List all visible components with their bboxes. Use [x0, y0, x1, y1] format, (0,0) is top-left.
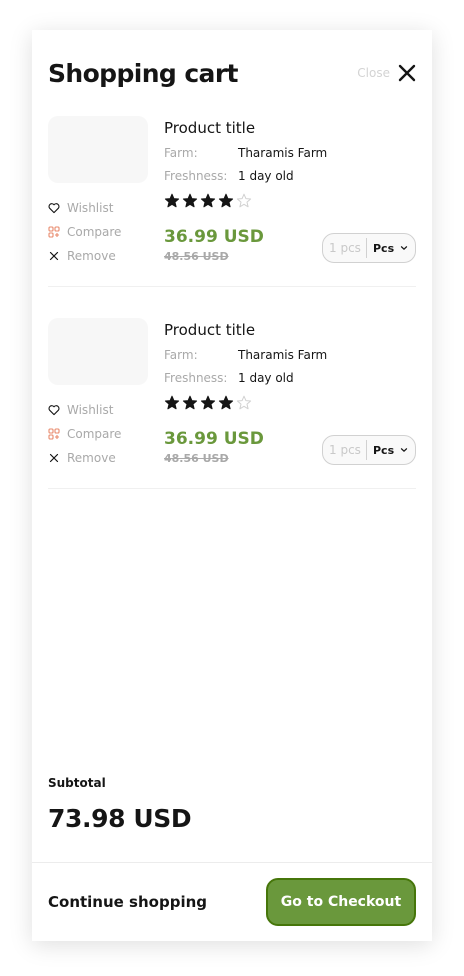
rating-stars	[164, 394, 416, 412]
cart-footer: Continue shopping Go to Checkout	[32, 862, 432, 942]
product-image[interactable]	[48, 318, 148, 385]
item-actions: Wishlist Compare Remove	[48, 196, 158, 268]
cart-panel: Shopping cart Close Wishlist Compare Rem…	[32, 30, 432, 941]
compare-icon	[48, 226, 60, 238]
old-price: 48.56 USD	[164, 452, 229, 465]
star-icon-filled	[200, 193, 216, 208]
price-block: 36.99 USD 48.56 USD	[164, 428, 264, 467]
remove-label: Remove	[67, 451, 116, 465]
remove-icon	[49, 251, 59, 261]
unit-select[interactable]: Pcs	[367, 242, 408, 255]
subtotal-value: 73.98 USD	[48, 804, 192, 833]
product-title[interactable]: Product title	[164, 118, 416, 138]
quantity-input[interactable]: 1 pcs	[323, 440, 367, 460]
remove-button[interactable]: Remove	[48, 244, 158, 268]
heart-icon	[48, 405, 60, 416]
unit-label: Pcs	[373, 443, 395, 457]
farm-row: Farm: Tharamis Farm	[164, 347, 416, 363]
compare-button[interactable]: Compare	[48, 422, 158, 446]
product-image[interactable]	[48, 116, 148, 183]
rating-stars	[164, 192, 416, 210]
compare-button[interactable]: Compare	[48, 220, 158, 244]
price-block: 36.99 USD 48.56 USD	[164, 226, 264, 265]
close-button[interactable]: Close	[357, 60, 416, 86]
product-info: Product title Farm: Tharamis Farm Freshn…	[164, 318, 416, 465]
continue-shopping-link[interactable]: Continue shopping	[48, 893, 207, 911]
wishlist-label: Wishlist	[67, 201, 114, 215]
remove-button[interactable]: Remove	[48, 446, 158, 470]
freshness-label: Freshness:	[164, 169, 228, 183]
freshness-value: 1 day old	[238, 371, 294, 385]
star-icon-filled	[164, 193, 180, 208]
star-icon-filled	[218, 395, 234, 410]
remove-label: Remove	[67, 249, 116, 263]
price: 36.99 USD	[164, 429, 264, 449]
old-price: 48.56 USD	[164, 250, 229, 263]
star-icon-filled	[218, 193, 234, 208]
farm-label: Farm:	[164, 348, 198, 362]
wishlist-button[interactable]: Wishlist	[48, 196, 158, 220]
item-actions: Wishlist Compare Remove	[48, 398, 158, 470]
checkout-button[interactable]: Go to Checkout	[266, 878, 416, 926]
wishlist-button[interactable]: Wishlist	[48, 398, 158, 422]
farm-label: Farm:	[164, 146, 198, 160]
cart-item: Wishlist Compare Remove Product title Fa…	[48, 116, 416, 287]
quantity-selector[interactable]: 1 pcs Pcs	[322, 435, 416, 465]
page-title: Shopping cart	[48, 59, 239, 88]
close-label: Close	[357, 66, 390, 80]
unit-label: Pcs	[373, 241, 395, 255]
compare-label: Compare	[67, 427, 122, 441]
freshness-row: Freshness: 1 day old	[164, 370, 416, 386]
compare-icon	[48, 428, 60, 440]
price: 36.99 USD	[164, 227, 264, 247]
cart-item: Wishlist Compare Remove Product title Fa…	[48, 318, 416, 489]
wishlist-label: Wishlist	[67, 403, 114, 417]
cart-header: Shopping cart Close	[48, 56, 416, 92]
star-icon-empty	[236, 395, 252, 410]
compare-label: Compare	[67, 225, 122, 239]
star-icon-filled	[200, 395, 216, 410]
farm-value: Tharamis Farm	[238, 348, 328, 362]
chevron-down-icon	[400, 246, 408, 250]
unit-select[interactable]: Pcs	[367, 444, 408, 457]
star-icon-filled	[164, 395, 180, 410]
subtotal-label: Subtotal	[48, 776, 106, 790]
farm-row: Farm: Tharamis Farm	[164, 145, 416, 161]
freshness-row: Freshness: 1 day old	[164, 168, 416, 184]
product-title[interactable]: Product title	[164, 320, 416, 340]
chevron-down-icon	[400, 448, 408, 452]
star-icon-filled	[182, 193, 198, 208]
star-icon-filled	[182, 395, 198, 410]
close-icon[interactable]	[398, 64, 416, 82]
heart-icon	[48, 203, 60, 214]
quantity-input[interactable]: 1 pcs	[323, 238, 367, 258]
quantity-selector[interactable]: 1 pcs Pcs	[322, 233, 416, 263]
freshness-value: 1 day old	[238, 169, 294, 183]
star-icon-empty	[236, 193, 252, 208]
remove-icon	[49, 453, 59, 463]
farm-value: Tharamis Farm	[238, 146, 328, 160]
product-info: Product title Farm: Tharamis Farm Freshn…	[164, 116, 416, 263]
freshness-label: Freshness:	[164, 371, 228, 385]
